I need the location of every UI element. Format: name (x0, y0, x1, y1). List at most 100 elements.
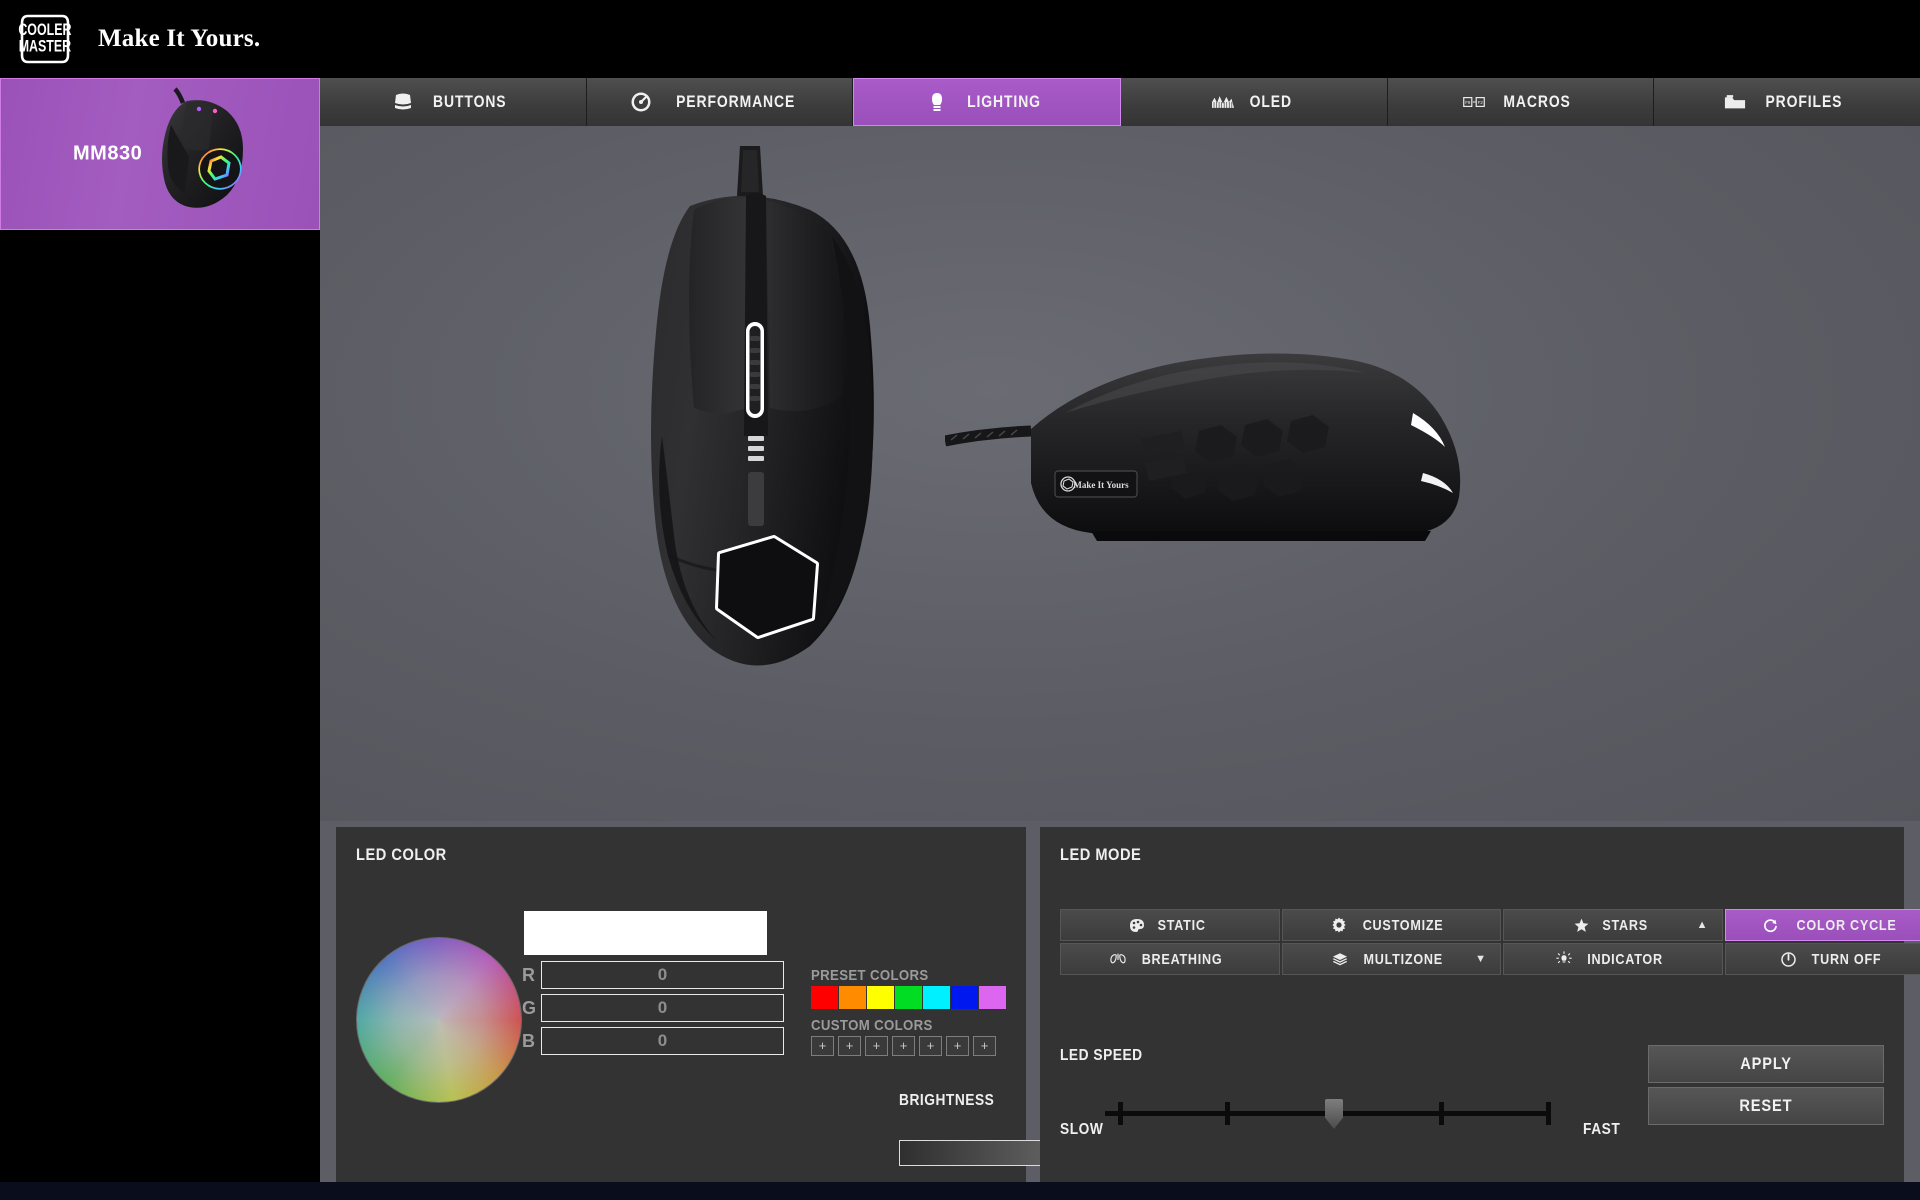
led-mode-title: LED MODE (1060, 845, 1142, 864)
mode-breathing-button[interactable]: BREATHING (1060, 943, 1280, 975)
svg-text:COOLER: COOLER (18, 21, 72, 39)
tab-label: LIGHTING (966, 92, 1041, 111)
add-custom-color-button[interactable]: + (919, 1036, 942, 1056)
brand-tagline: Make It Yours. (98, 25, 261, 52)
add-custom-color-button[interactable]: + (946, 1036, 969, 1056)
mode-label: MULTIZONE (1363, 950, 1443, 968)
mode-static-button[interactable]: STATIC (1060, 909, 1280, 941)
speed-min-label: SLOW (1060, 1121, 1104, 1138)
mode-indicator-button[interactable]: INDICATOR (1503, 943, 1723, 975)
chevron-up-icon[interactable]: ▲ (1697, 919, 1708, 931)
device-sidebar: MM830 (0, 78, 320, 1200)
led-speed-control: LED SPEED SLOW FAST (1060, 1047, 1620, 1141)
cooler-master-logo-icon: COOLER MASTER (14, 8, 76, 70)
tab-buttons[interactable]: BUTTONS (320, 78, 587, 126)
add-custom-color-button[interactable]: + (838, 1036, 861, 1056)
action-buttons: APPLY RESET (1648, 1045, 1884, 1129)
brand-bar: COOLER MASTER Make It Yours. (0, 0, 1920, 78)
tab-oled[interactable]: OLED (1121, 78, 1388, 126)
led-speed-label: LED SPEED (1060, 1047, 1143, 1064)
tab-label: BUTTONS (432, 92, 507, 111)
mode-customize-button[interactable]: CUSTOMIZE (1281, 909, 1501, 941)
tab-performance[interactable]: PERFORMANCE (586, 78, 854, 126)
mode-multizone-button[interactable]: MULTIZONE ▼ (1281, 943, 1501, 975)
red-input[interactable] (541, 961, 784, 989)
palette-icon (1129, 917, 1145, 933)
led-mode-panel: LED MODE STATIC CUSTOMIZE STARS ▲ COLOR … (1040, 827, 1920, 1184)
mouse-top-view[interactable] (570, 136, 930, 736)
custom-colors-label: CUSTOM COLORS (811, 1017, 933, 1034)
red-channel-label: R (522, 964, 535, 985)
preset-swatch[interactable] (951, 986, 978, 1009)
add-custom-color-button[interactable]: + (892, 1036, 915, 1056)
apply-button[interactable]: APPLY (1648, 1045, 1884, 1083)
mode-label: STATIC (1157, 916, 1206, 934)
preset-color-swatches (811, 986, 1006, 1009)
settings-area: LED COLOR R G (328, 821, 1920, 1192)
preset-swatch[interactable] (979, 986, 1006, 1009)
blue-channel-label: B (522, 1030, 535, 1051)
preset-swatch[interactable] (867, 986, 894, 1009)
apply-label: APPLY (1740, 1054, 1792, 1073)
tab-label: PERFORMANCE (676, 92, 796, 111)
app-window: COOLER MASTER Make It Yours. MM830 BUTTO… (0, 0, 1920, 1200)
selected-color-preview[interactable] (524, 911, 767, 955)
mode-label: STARS (1601, 916, 1648, 934)
color-wheel[interactable] (356, 937, 522, 1103)
tab-label: PROFILES (1765, 92, 1843, 111)
led-color-panel: LED COLOR R G (336, 827, 1327, 1184)
preset-swatch[interactable] (895, 986, 922, 1009)
preset-swatch[interactable] (811, 986, 838, 1009)
mouse-side-view[interactable]: Make It Yours (943, 321, 1525, 581)
tab-profiles[interactable]: PROFILES (1654, 78, 1920, 126)
led-bulb-icon (926, 91, 948, 113)
lightbulb-icon (1555, 951, 1572, 967)
refresh-icon (1763, 917, 1779, 933)
taskbar-strip (0, 1182, 1920, 1200)
mode-turn-off-button[interactable]: TURN OFF (1724, 943, 1920, 975)
mode-label: CUSTOMIZE (1362, 916, 1444, 934)
led-mode-grid: STATIC CUSTOMIZE STARS ▲ COLOR CYCLE BRE… (1060, 909, 1920, 975)
add-custom-color-button[interactable]: + (973, 1036, 996, 1056)
green-channel-label: G (522, 997, 537, 1018)
preset-swatch[interactable] (839, 986, 866, 1009)
oled-waveform-icon (1211, 91, 1234, 113)
tab-lighting[interactable]: LIGHTING (853, 78, 1122, 126)
sidebar-item-mm830[interactable]: MM830 (0, 78, 320, 230)
mode-label: BREATHING (1141, 950, 1223, 968)
reset-button[interactable]: RESET (1648, 1087, 1884, 1125)
speedometer-icon (630, 91, 652, 113)
star-icon (1574, 917, 1590, 933)
mode-color-cycle-button[interactable]: COLOR CYCLE (1724, 909, 1920, 941)
reset-label: RESET (1739, 1096, 1793, 1115)
layers-icon (1332, 951, 1348, 967)
mode-label: INDICATOR (1586, 950, 1663, 968)
add-custom-color-button[interactable]: + (865, 1036, 888, 1056)
custom-color-slots: + + + + + + + (811, 1036, 1006, 1056)
device-preview-stage: Make It Yours (320, 126, 1920, 821)
power-icon (1781, 951, 1797, 967)
mouse-buttons-icon (392, 91, 414, 113)
main-content: BUTTONS PERFORMANCE LIGHTING OLED F9 F2 … (320, 78, 1920, 1200)
svg-text:MASTER: MASTER (19, 38, 72, 56)
preset-swatch[interactable] (923, 986, 950, 1009)
tab-label: OLED (1249, 92, 1292, 111)
add-custom-color-button[interactable]: + (811, 1036, 834, 1056)
led-color-title: LED COLOR (356, 845, 447, 864)
keycaps-icon: F9 F2 (1463, 91, 1485, 113)
lungs-icon (1109, 951, 1126, 967)
preset-colors-label: PRESET COLORS (811, 967, 929, 984)
gear-icon (1331, 917, 1347, 933)
svg-text:Make It Yours: Make It Yours (1073, 480, 1129, 490)
mode-stars-button[interactable]: STARS ▲ (1503, 909, 1723, 941)
chevron-down-icon[interactable]: ▼ (1475, 953, 1486, 965)
tab-macros[interactable]: F9 F2 MACROS (1387, 78, 1655, 126)
mode-label: COLOR CYCLE (1796, 916, 1897, 934)
green-input[interactable] (541, 994, 784, 1022)
speed-max-label: FAST (1582, 1121, 1620, 1138)
tab-bar: BUTTONS PERFORMANCE LIGHTING OLED F9 F2 … (320, 78, 1920, 126)
blue-input[interactable] (541, 1027, 784, 1055)
svg-text:F2: F2 (1478, 100, 1484, 105)
tab-label: MACROS (1503, 92, 1571, 111)
mode-label: TURN OFF (1811, 950, 1882, 968)
